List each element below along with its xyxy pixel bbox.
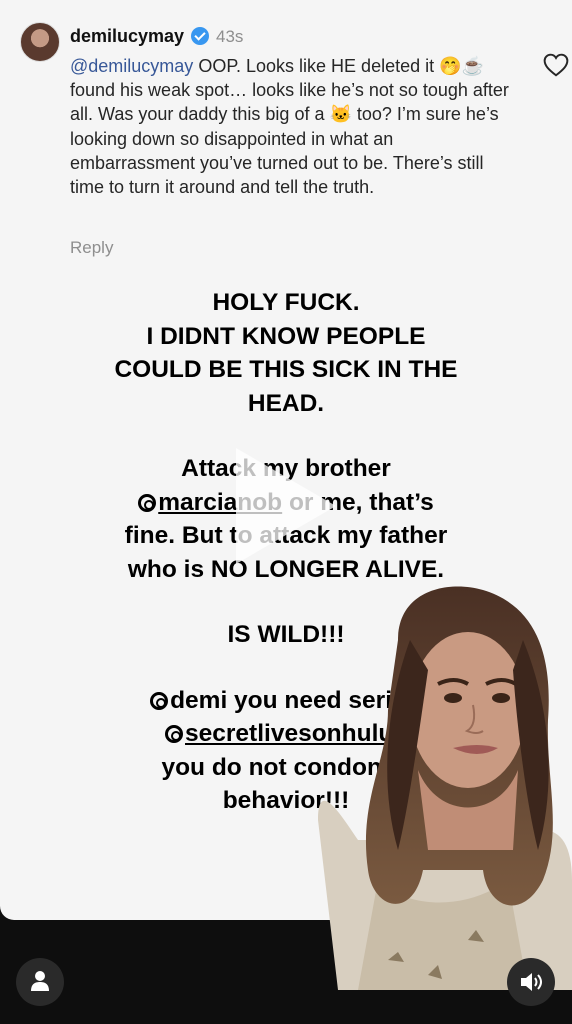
verified-badge-icon — [191, 27, 209, 45]
profile-button[interactable] — [16, 958, 64, 1006]
comment-timestamp: 43s — [216, 27, 244, 46]
comment-body: OOP. Looks like HE deleted it 🤭☕ found h… — [70, 56, 509, 198]
commenter-username[interactable]: demilucymay — [70, 26, 184, 47]
threads-icon — [138, 493, 157, 512]
threads-icon — [150, 691, 169, 710]
sound-button[interactable] — [507, 958, 555, 1006]
commenter-avatar[interactable] — [20, 22, 60, 62]
caption-line: HEAD. — [247, 389, 325, 417]
comment-mention[interactable]: @demilucymay — [70, 56, 193, 76]
heart-icon[interactable] — [543, 53, 569, 77]
profile-icon — [31, 971, 49, 991]
presenter-video-overlay — [318, 580, 572, 990]
caption-line: HOLY FUCK. — [212, 289, 360, 316]
reply-button[interactable]: Reply — [70, 238, 113, 258]
play-icon[interactable] — [236, 448, 336, 564]
comment-text: @demilucymay OOP. Looks like HE deleted … — [70, 54, 520, 199]
caption-handle: demi — [170, 686, 228, 714]
caption-line: I DIDNT KNOW PEOPLE — [146, 322, 426, 350]
sound-icon — [521, 973, 542, 991]
caption-line: COULD BE THIS SICK IN THE — [114, 356, 458, 383]
threads-icon — [165, 725, 184, 743]
